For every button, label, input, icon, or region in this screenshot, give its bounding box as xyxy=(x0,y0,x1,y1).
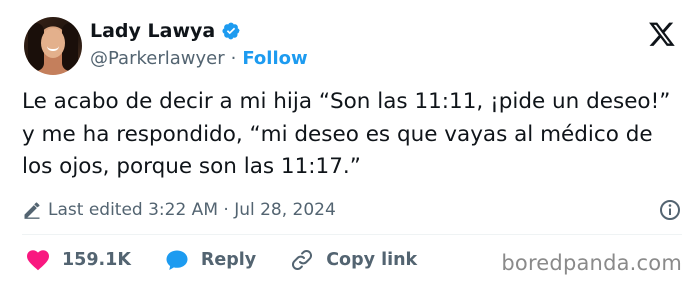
like-button[interactable]: 159.1K xyxy=(26,249,131,271)
tweet-text: Le acabo de decir a mi hija “Son las 11:… xyxy=(22,89,671,179)
avatar[interactable] xyxy=(24,17,82,75)
reply-label: Reply xyxy=(200,250,257,270)
author-name-row: Lady Lawya xyxy=(90,20,241,42)
handle-separator: · xyxy=(230,48,237,69)
verified-badge-icon xyxy=(222,22,240,40)
follow-button[interactable]: Follow xyxy=(242,48,307,69)
action-bar: 159.1K Reply Copy link xyxy=(22,245,417,275)
like-count: 159.1K xyxy=(62,250,131,270)
tweet-meta: Last edited 3:22 AM · Jul 28, 2024 xyxy=(22,197,682,223)
handle-row: @Parkerlawyer · Follow xyxy=(90,48,308,69)
info-icon[interactable] xyxy=(658,198,682,222)
watermark: boredpanda.com xyxy=(501,251,682,275)
copy-link-button[interactable]: Copy link xyxy=(290,248,417,272)
reply-button[interactable]: Reply xyxy=(165,249,256,271)
reply-bubble-icon xyxy=(166,250,188,270)
x-logo-icon[interactable] xyxy=(648,20,676,48)
display-name[interactable]: Lady Lawya xyxy=(90,20,215,42)
divider xyxy=(22,234,682,235)
heart-icon xyxy=(27,250,49,271)
edit-pencil-icon xyxy=(24,202,40,219)
copy-link-label: Copy link xyxy=(326,250,418,270)
author-handle[interactable]: @Parkerlawyer xyxy=(90,48,225,69)
link-icon xyxy=(292,249,313,271)
edited-timestamp[interactable]: Last edited 3:22 AM · Jul 28, 2024 xyxy=(48,200,336,220)
tweet-card: Lady Lawya @Parkerlawyer · Follow Le aca… xyxy=(0,0,700,287)
